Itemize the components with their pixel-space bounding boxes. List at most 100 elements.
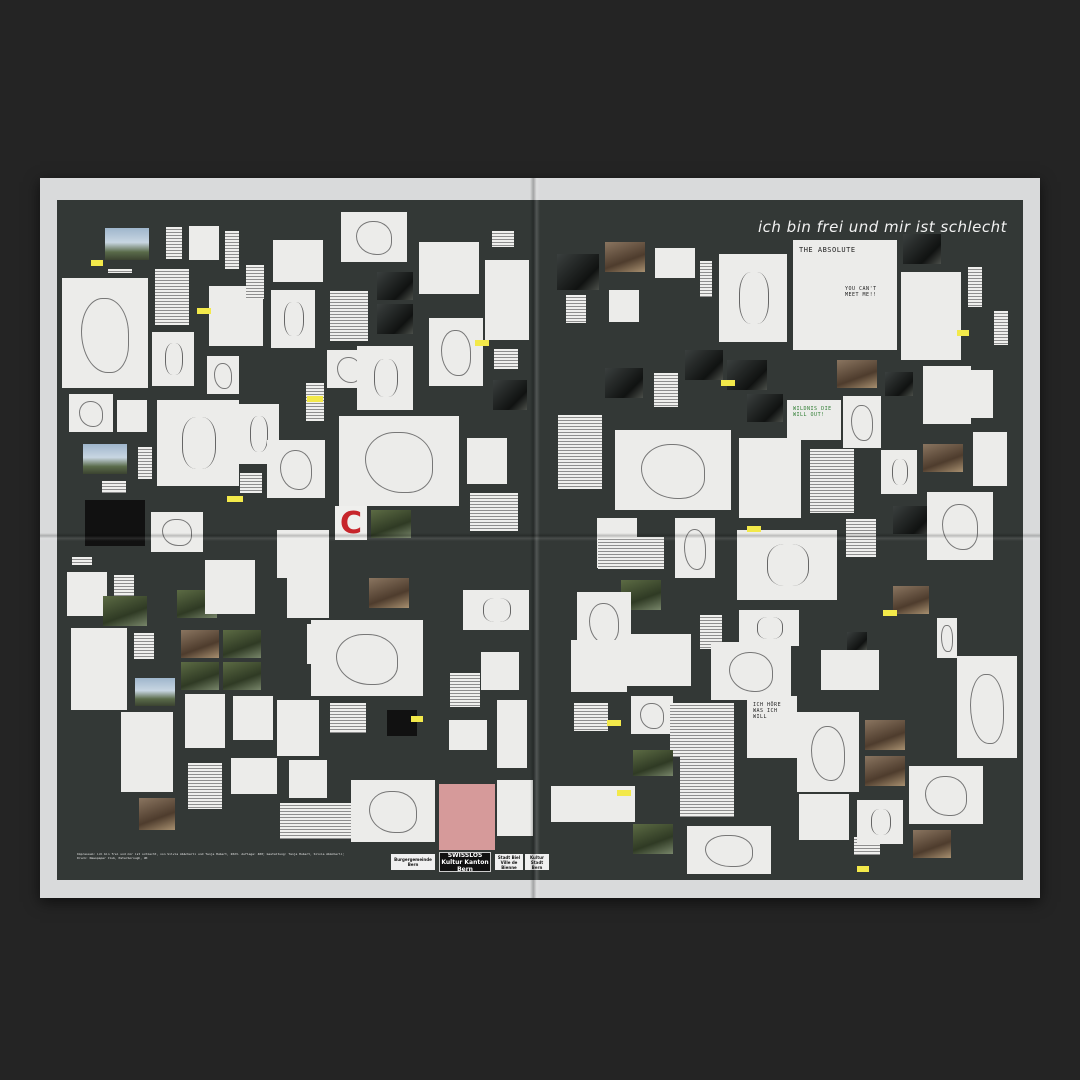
yellow-label bbox=[307, 396, 323, 402]
sketch bbox=[267, 440, 325, 498]
ich-hoere-text: ICH HÖRE WAS ICH WILL bbox=[753, 702, 782, 720]
yellow-label bbox=[957, 330, 969, 336]
photo-room bbox=[605, 242, 645, 272]
yellow-label bbox=[227, 496, 243, 502]
photo-flowers bbox=[103, 596, 147, 626]
photo-night bbox=[493, 380, 527, 410]
text-block bbox=[185, 760, 225, 812]
sketch bbox=[971, 370, 993, 418]
sketch-characters bbox=[311, 620, 423, 696]
sketch bbox=[271, 290, 315, 348]
sketch bbox=[152, 332, 194, 386]
yellow-label bbox=[607, 720, 621, 726]
photo-bike bbox=[913, 830, 951, 858]
photo-tv bbox=[847, 632, 867, 650]
newspaper-sheet: ich bin frei und mir ist schlecht C THE … bbox=[40, 178, 1040, 898]
sketch-yellow-figure bbox=[739, 438, 801, 518]
text-block bbox=[131, 630, 157, 662]
sketch bbox=[449, 720, 487, 750]
headline: ich bin frei und mir ist schlecht bbox=[757, 218, 1007, 236]
sketch bbox=[289, 760, 327, 798]
sketch-bubbles bbox=[687, 826, 771, 874]
sketch-bear bbox=[797, 712, 859, 792]
photo-dog bbox=[837, 360, 877, 388]
text-block bbox=[99, 478, 129, 496]
sketch-walker bbox=[957, 656, 1017, 758]
sketch bbox=[937, 618, 957, 658]
sketch-animal bbox=[341, 212, 407, 262]
yellow-label bbox=[475, 340, 489, 346]
sketch bbox=[67, 572, 107, 616]
logo-swisslos: SWISSLOS Kultur Kanton Bern bbox=[439, 852, 491, 872]
text-block bbox=[467, 490, 521, 534]
text-block bbox=[327, 288, 371, 344]
photo-horse bbox=[181, 630, 219, 658]
wildnis-text: WILDNIS DIE WILL OUT! bbox=[793, 406, 832, 418]
sketch-landscape bbox=[711, 642, 791, 700]
text-block bbox=[152, 266, 192, 328]
horizontal-fold bbox=[40, 533, 1040, 541]
sketch-circle bbox=[571, 640, 627, 692]
open-book bbox=[627, 634, 691, 686]
sketch bbox=[843, 396, 881, 448]
sketch bbox=[205, 560, 255, 614]
sketch-walkers bbox=[351, 780, 435, 842]
logo-burgergemeinde: Burgergemeinde Bern bbox=[391, 854, 435, 870]
text-block bbox=[555, 412, 605, 492]
sketch bbox=[287, 574, 329, 618]
yellow-label bbox=[883, 610, 897, 616]
text-block bbox=[491, 346, 521, 372]
sketch bbox=[157, 400, 239, 486]
photo-people bbox=[865, 720, 905, 750]
sketch-two-figures bbox=[339, 416, 459, 506]
sketch bbox=[609, 290, 639, 322]
sketch bbox=[117, 400, 147, 432]
photo-circle bbox=[557, 254, 599, 290]
sketch bbox=[151, 512, 203, 552]
sketch-red bbox=[121, 712, 173, 792]
sketch-red bbox=[71, 628, 127, 710]
sketch bbox=[973, 432, 1007, 486]
sketch-scribbles bbox=[821, 650, 879, 690]
handwritten-note: ICH HÖRE WAS ICH WILL bbox=[747, 696, 797, 758]
photo-garden bbox=[223, 662, 261, 690]
the-absolute-drawing: THE ABSOLUTE YOU CAN'T MEET ME!! bbox=[793, 240, 897, 350]
sketch-figure bbox=[719, 254, 787, 342]
handwritten-note bbox=[497, 700, 527, 768]
sketch-yellow bbox=[901, 272, 961, 360]
pink-drawing bbox=[439, 784, 495, 850]
photo-trees bbox=[377, 304, 413, 334]
text-block bbox=[991, 308, 1011, 348]
text-block bbox=[677, 700, 737, 820]
sketch bbox=[277, 700, 319, 756]
handwritten-note bbox=[273, 240, 323, 282]
photo-field bbox=[223, 630, 261, 658]
sketch bbox=[655, 248, 695, 278]
text-block bbox=[807, 446, 857, 516]
sketch bbox=[927, 492, 993, 560]
sketch bbox=[357, 346, 413, 410]
photo-valley bbox=[633, 750, 673, 776]
text-block bbox=[489, 228, 517, 250]
sketch bbox=[231, 758, 277, 794]
photo-figure bbox=[893, 586, 929, 614]
text-block bbox=[105, 266, 135, 276]
sketch bbox=[909, 766, 983, 824]
imprint-credits: Impressum: ich bin frei und mir ist schl… bbox=[77, 852, 345, 860]
sketch bbox=[739, 610, 799, 646]
sketch-figures bbox=[62, 278, 148, 388]
sketch bbox=[185, 694, 225, 748]
photo-room bbox=[139, 798, 175, 830]
photo-sea bbox=[135, 678, 175, 706]
sketch bbox=[923, 366, 971, 424]
text-block bbox=[243, 262, 267, 302]
handwritten-note: WILDNIS DIE WILL OUT! bbox=[787, 400, 841, 440]
sketch bbox=[857, 800, 903, 844]
text-block bbox=[222, 228, 242, 272]
sketch-map bbox=[615, 430, 731, 510]
cant-meet-me-text: YOU CAN'T MEET ME!! bbox=[845, 286, 877, 298]
photo-sheep bbox=[865, 756, 905, 786]
yellow-label bbox=[721, 380, 735, 386]
sketch bbox=[463, 590, 529, 630]
text-block bbox=[965, 264, 985, 310]
